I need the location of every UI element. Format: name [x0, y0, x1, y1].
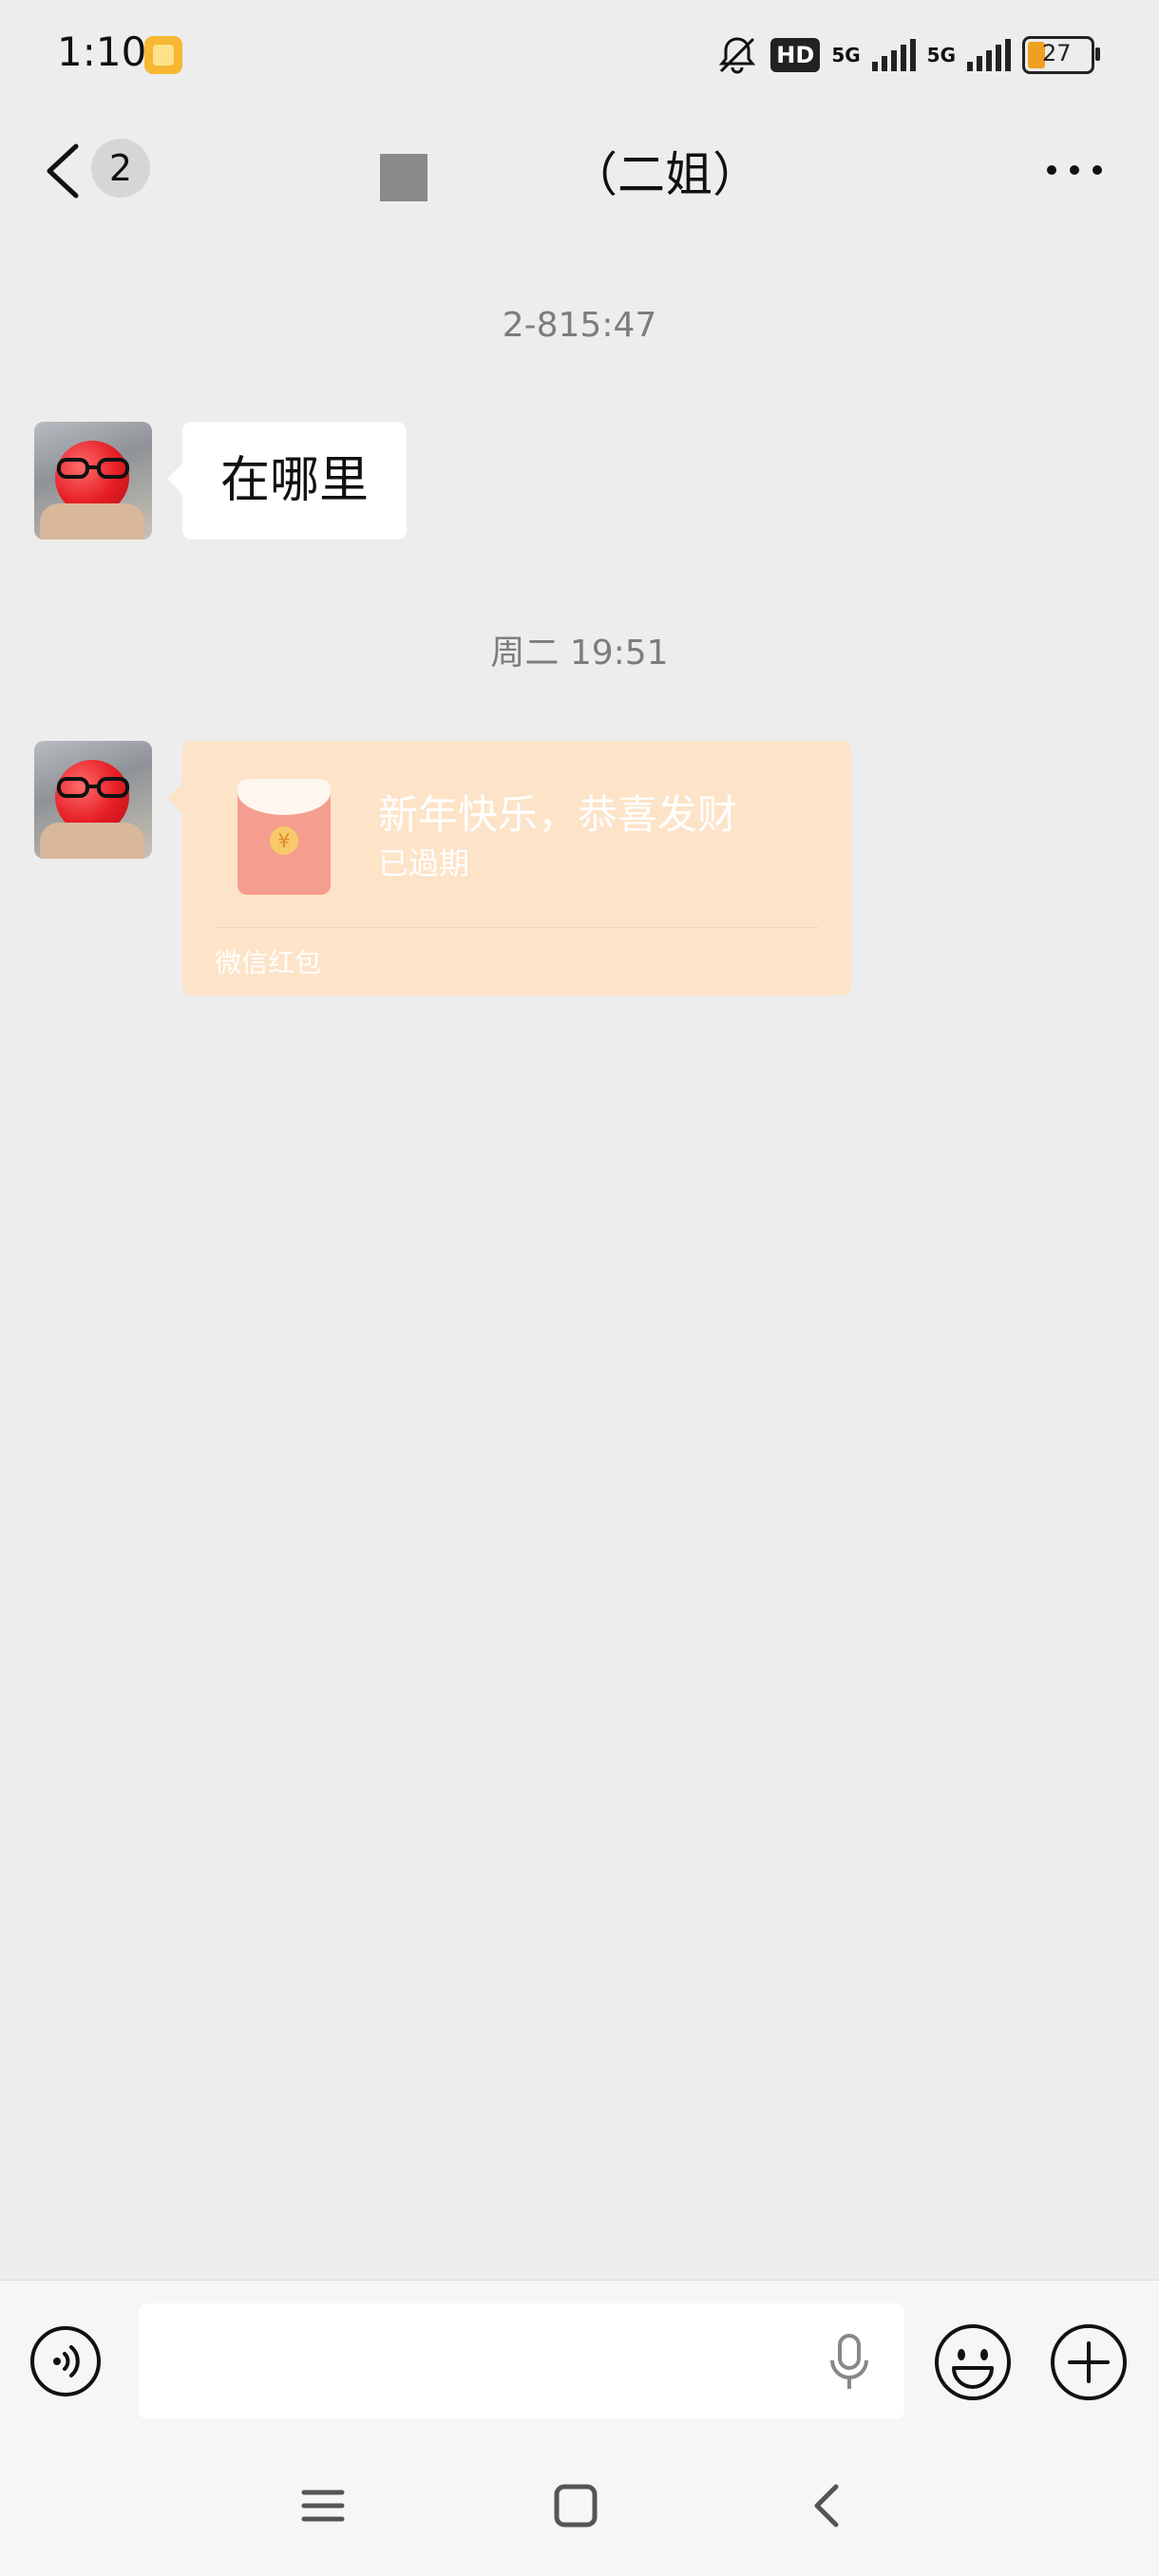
- chat-title: （二姐）: [570, 147, 760, 202]
- red-packet-coin: ¥: [270, 826, 298, 855]
- recent-apps-icon[interactable]: [294, 2477, 352, 2534]
- more-options-icon[interactable]: [1047, 165, 1102, 175]
- status-icons: HD 5G 5G 27: [715, 27, 1100, 84]
- red-packet-icon: ¥: [238, 779, 331, 895]
- contact-avatar[interactable]: [34, 422, 152, 540]
- avatar-hand-image: [40, 503, 144, 540]
- status-bar: 1:10 HD 5G 5G 27: [0, 0, 1159, 106]
- system-navigation-bar: [0, 2434, 1159, 2576]
- message-timestamp: 2-815:47: [502, 306, 657, 345]
- chat-header: 2 （二姐）: [0, 106, 1159, 236]
- red-packet-label: 微信红包: [215, 947, 322, 978]
- red-packet-flap: [238, 779, 331, 815]
- network-type-1: 5G: [831, 44, 861, 66]
- message-text: 在哪里: [220, 452, 370, 509]
- home-icon[interactable]: [547, 2477, 604, 2534]
- red-packet-message[interactable]: ¥ 新年快乐，恭喜发财 已過期 微信红包: [167, 741, 851, 995]
- red-packet-divider: [215, 927, 819, 928]
- emoji-icon[interactable]: [933, 2322, 1013, 2402]
- unread-count-badge[interactable]: 2: [91, 139, 150, 198]
- plus-icon[interactable]: [1049, 2322, 1129, 2402]
- avatar-glasses-image: [57, 777, 129, 798]
- signal-icon: [967, 39, 1011, 71]
- back-arrow-icon[interactable]: [40, 141, 87, 201]
- network-type-2: 5G: [926, 44, 956, 66]
- microphone-icon[interactable]: [826, 2332, 872, 2393]
- battery-percent: 27: [1042, 40, 1072, 66]
- redacted-name-block: [380, 154, 428, 201]
- voice-mode-icon[interactable]: [28, 2324, 103, 2398]
- status-time: 1:10: [57, 28, 147, 75]
- red-packet-status: 已過期: [378, 845, 470, 881]
- hd-voice-icon: HD: [770, 38, 821, 72]
- avatar-glasses-image: [57, 458, 129, 479]
- mute-bell-icon: [719, 37, 756, 74]
- message-bubble[interactable]: 在哪里: [166, 422, 408, 540]
- contact-avatar[interactable]: [34, 741, 152, 859]
- note-app-icon: [144, 36, 182, 74]
- battery-icon: 27: [1022, 36, 1100, 74]
- red-packet-title: 新年快乐，恭喜发财: [378, 791, 738, 838]
- avatar-hand-image: [40, 823, 144, 859]
- chat-input-bar: [0, 2280, 1159, 2434]
- message-input[interactable]: [139, 2303, 904, 2419]
- system-back-icon[interactable]: [800, 2477, 857, 2534]
- signal-icon: [871, 39, 916, 71]
- message-timestamp: 周二 19:51: [490, 634, 669, 672]
